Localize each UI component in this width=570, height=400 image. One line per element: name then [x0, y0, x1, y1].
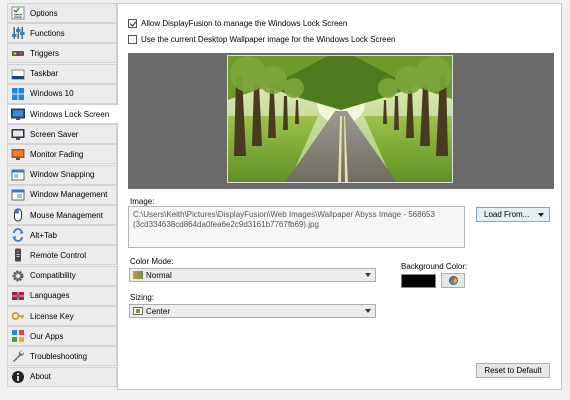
- triggers-lightning-icon: [11, 46, 25, 60]
- image-label: Image:: [130, 197, 155, 206]
- sidebar-item-screen-saver[interactable]: Screen Saver: [7, 124, 117, 145]
- sidebar-item-options[interactable]: Options: [7, 3, 117, 23]
- chevron-down-icon: [365, 273, 371, 277]
- use-current-wallpaper-label[interactable]: Use the current Desktop Wallpaper image …: [141, 35, 395, 44]
- sidebar-item-languages[interactable]: Languages: [7, 285, 117, 306]
- taskbar-icon: [11, 67, 25, 81]
- lock-screen-preview: [128, 53, 554, 189]
- sidebar-item-our-apps[interactable]: Our Apps: [7, 326, 117, 347]
- lock-screen-panel: Allow DisplayFusion to manage the Window…: [117, 3, 562, 390]
- sidebar-item-label: Window Management: [30, 190, 108, 200]
- sidebar-item-license-key[interactable]: License Key: [7, 306, 117, 326]
- alt-tab-arrows-icon: [11, 228, 25, 243]
- compatibility-gear-icon: [11, 269, 25, 283]
- background-color-swatch[interactable]: [401, 274, 436, 288]
- windows-logo-icon: [11, 87, 25, 101]
- info-icon: [11, 370, 25, 384]
- sidebar-item-compatibility[interactable]: Compatibility: [7, 265, 117, 286]
- sidebar-item-triggers[interactable]: Triggers: [7, 43, 117, 64]
- sidebar-item-label: Troubleshooting: [30, 351, 88, 361]
- options-checklist-icon: [11, 6, 25, 20]
- color-mode-value: Normal: [146, 270, 172, 280]
- sidebar-item-label: Functions: [30, 28, 65, 38]
- wallpaper-preview-image: [227, 55, 453, 183]
- remote-control-icon: [11, 248, 25, 262]
- color-mode-icon: [133, 271, 143, 279]
- sizing-label: Sizing:: [130, 293, 155, 302]
- sidebar-item-label: Screen Saver: [30, 129, 79, 139]
- reset-to-default-label: Reset to Default: [484, 366, 542, 375]
- monitor-fading-icon: [11, 147, 25, 161]
- load-from-label: Load From...: [484, 210, 530, 219]
- color-mode-label: Color Mode:: [130, 257, 174, 266]
- screen-saver-icon: [11, 127, 25, 141]
- sidebar-item-label: Taskbar: [30, 69, 59, 79]
- sidebar-item-label: Remote Control: [30, 250, 87, 260]
- sidebar-item-taskbar[interactable]: Taskbar: [7, 63, 117, 84]
- sidebar-item-label: Triggers: [30, 48, 60, 58]
- color-mode-select[interactable]: Normal: [129, 268, 376, 282]
- sidebar-item-label: Alt+Tab: [30, 230, 57, 240]
- wrench-icon: [11, 349, 25, 363]
- window-management-icon: [11, 188, 25, 202]
- settings-sidebar: Options Functions Triggers Taskbar Windows 1…: [7, 3, 119, 395]
- sidebar-item-label: Compatibility: [30, 271, 76, 281]
- sidebar-item-label: Windows Lock Screen: [30, 109, 110, 119]
- palette-icon: [448, 276, 458, 285]
- sidebar-item-alt-tab[interactable]: Alt+Tab: [7, 225, 117, 246]
- sizing-select[interactable]: Center: [129, 304, 376, 318]
- image-path-field[interactable]: C:\Users\Keith\Pictures\DisplayFusion\We…: [128, 206, 465, 248]
- sidebar-item-windows-10[interactable]: Windows 10: [7, 83, 117, 104]
- chevron-down-icon: [538, 213, 544, 217]
- sidebar-item-label: Windows 10: [30, 89, 74, 99]
- sidebar-item-label: Window Snapping: [30, 170, 95, 180]
- languages-flag-icon: [11, 289, 25, 303]
- sidebar-item-label: Mouse Management: [30, 210, 103, 220]
- apps-grid-icon: [11, 329, 25, 343]
- allow-lock-screen-row[interactable]: Allow DisplayFusion to manage the Window…: [128, 19, 347, 28]
- functions-sliders-icon: [11, 26, 25, 40]
- load-from-button[interactable]: Load From...: [476, 207, 550, 222]
- use-current-wallpaper-checkbox[interactable]: [128, 35, 137, 44]
- sizing-value: Center: [146, 306, 171, 316]
- key-icon: [11, 309, 25, 323]
- sidebar-item-label: Our Apps: [30, 331, 64, 341]
- background-color-label: Background Color:: [401, 262, 468, 271]
- sidebar-item-mouse-management[interactable]: Mouse Management: [7, 205, 117, 225]
- sidebar-item-label: Options: [30, 8, 58, 18]
- sizing-center-icon: [133, 307, 143, 315]
- sidebar-item-window-management[interactable]: Window Management: [7, 184, 117, 205]
- lock-screen-monitor-icon: [11, 107, 25, 121]
- sidebar-item-functions[interactable]: Functions: [7, 23, 117, 44]
- color-picker-button[interactable]: [441, 273, 465, 288]
- sidebar-item-label: About: [30, 372, 51, 382]
- sidebar-item-window-snapping[interactable]: Window Snapping: [7, 164, 117, 185]
- sidebar-item-label: Monitor Fading: [30, 149, 84, 159]
- use-current-wallpaper-row[interactable]: Use the current Desktop Wallpaper image …: [128, 35, 395, 44]
- sidebar-item-remote-control[interactable]: Remote Control: [7, 245, 117, 266]
- mouse-icon: [11, 208, 25, 222]
- sidebar-item-about[interactable]: About: [7, 366, 117, 387]
- allow-lock-screen-checkbox[interactable]: [128, 19, 137, 28]
- chevron-down-icon: [365, 309, 371, 313]
- sidebar-item-monitor-fading[interactable]: Monitor Fading: [7, 144, 117, 165]
- allow-lock-screen-label[interactable]: Allow DisplayFusion to manage the Window…: [141, 19, 347, 28]
- sidebar-item-windows-lock-screen[interactable]: Windows Lock Screen: [7, 104, 119, 124]
- window-snapping-icon: [11, 168, 25, 182]
- sidebar-item-label: Languages: [30, 291, 70, 301]
- reset-to-default-button[interactable]: Reset to Default: [476, 363, 550, 378]
- sidebar-item-troubleshooting[interactable]: Troubleshooting: [7, 346, 117, 367]
- sidebar-item-label: License Key: [30, 311, 74, 321]
